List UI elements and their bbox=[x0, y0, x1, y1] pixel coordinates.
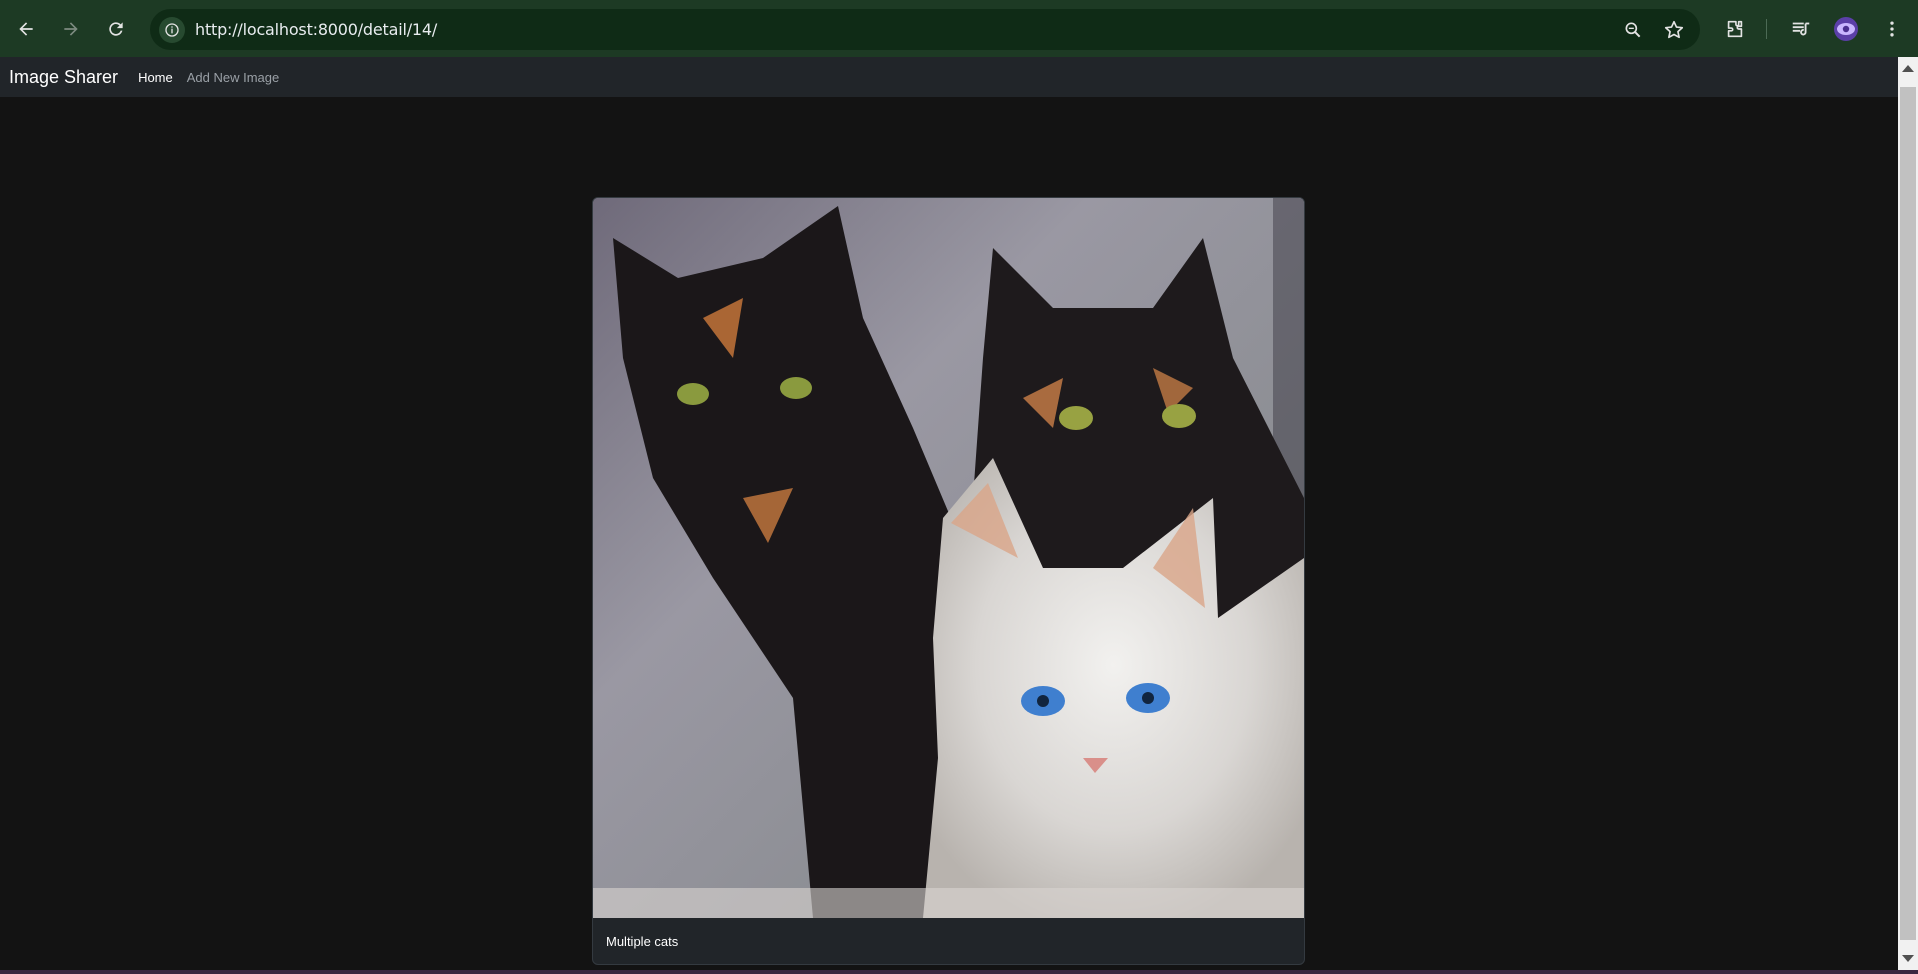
window-bottom-edge bbox=[0, 970, 1918, 974]
scroll-down-icon[interactable] bbox=[1902, 955, 1914, 962]
forward-button[interactable] bbox=[54, 12, 88, 46]
url-text[interactable]: http://localhost:8000/detail/14/ bbox=[195, 20, 437, 39]
back-button[interactable] bbox=[9, 12, 43, 46]
cat-photo bbox=[593, 198, 1304, 918]
profile-avatar-icon[interactable] bbox=[1833, 16, 1859, 42]
forward-icon bbox=[64, 22, 78, 36]
back-icon bbox=[19, 22, 33, 36]
address-bar[interactable]: http://localhost:8000/detail/14/ bbox=[150, 9, 1700, 50]
reading-list-icon[interactable] bbox=[1788, 16, 1814, 42]
browser-toolbar: http://localhost:8000/detail/14/ bbox=[0, 0, 1918, 57]
zoom-icon[interactable] bbox=[1621, 18, 1645, 42]
page-viewport: Image Sharer Home Add New Image Multiple… bbox=[0, 57, 1898, 970]
page-scrollbar[interactable] bbox=[1898, 57, 1918, 970]
nav-home-link[interactable]: Home bbox=[138, 70, 173, 85]
nav-add-image-link[interactable]: Add New Image bbox=[187, 70, 280, 85]
reload-button[interactable] bbox=[99, 12, 133, 46]
extensions-icon[interactable] bbox=[1722, 16, 1748, 42]
toolbar-divider bbox=[1766, 19, 1767, 39]
site-navbar: Image Sharer Home Add New Image bbox=[0, 57, 1898, 97]
bookmark-star-icon[interactable] bbox=[1662, 18, 1686, 42]
scroll-thumb[interactable] bbox=[1900, 87, 1916, 940]
site-brand[interactable]: Image Sharer bbox=[9, 67, 118, 88]
site-info-icon[interactable] bbox=[159, 17, 185, 43]
image-caption: Multiple cats bbox=[606, 934, 679, 949]
scroll-up-icon[interactable] bbox=[1902, 65, 1914, 72]
reload-icon bbox=[109, 22, 123, 36]
image-detail-card: Multiple cats bbox=[592, 197, 1305, 965]
menu-kebab-icon[interactable] bbox=[1879, 16, 1905, 42]
